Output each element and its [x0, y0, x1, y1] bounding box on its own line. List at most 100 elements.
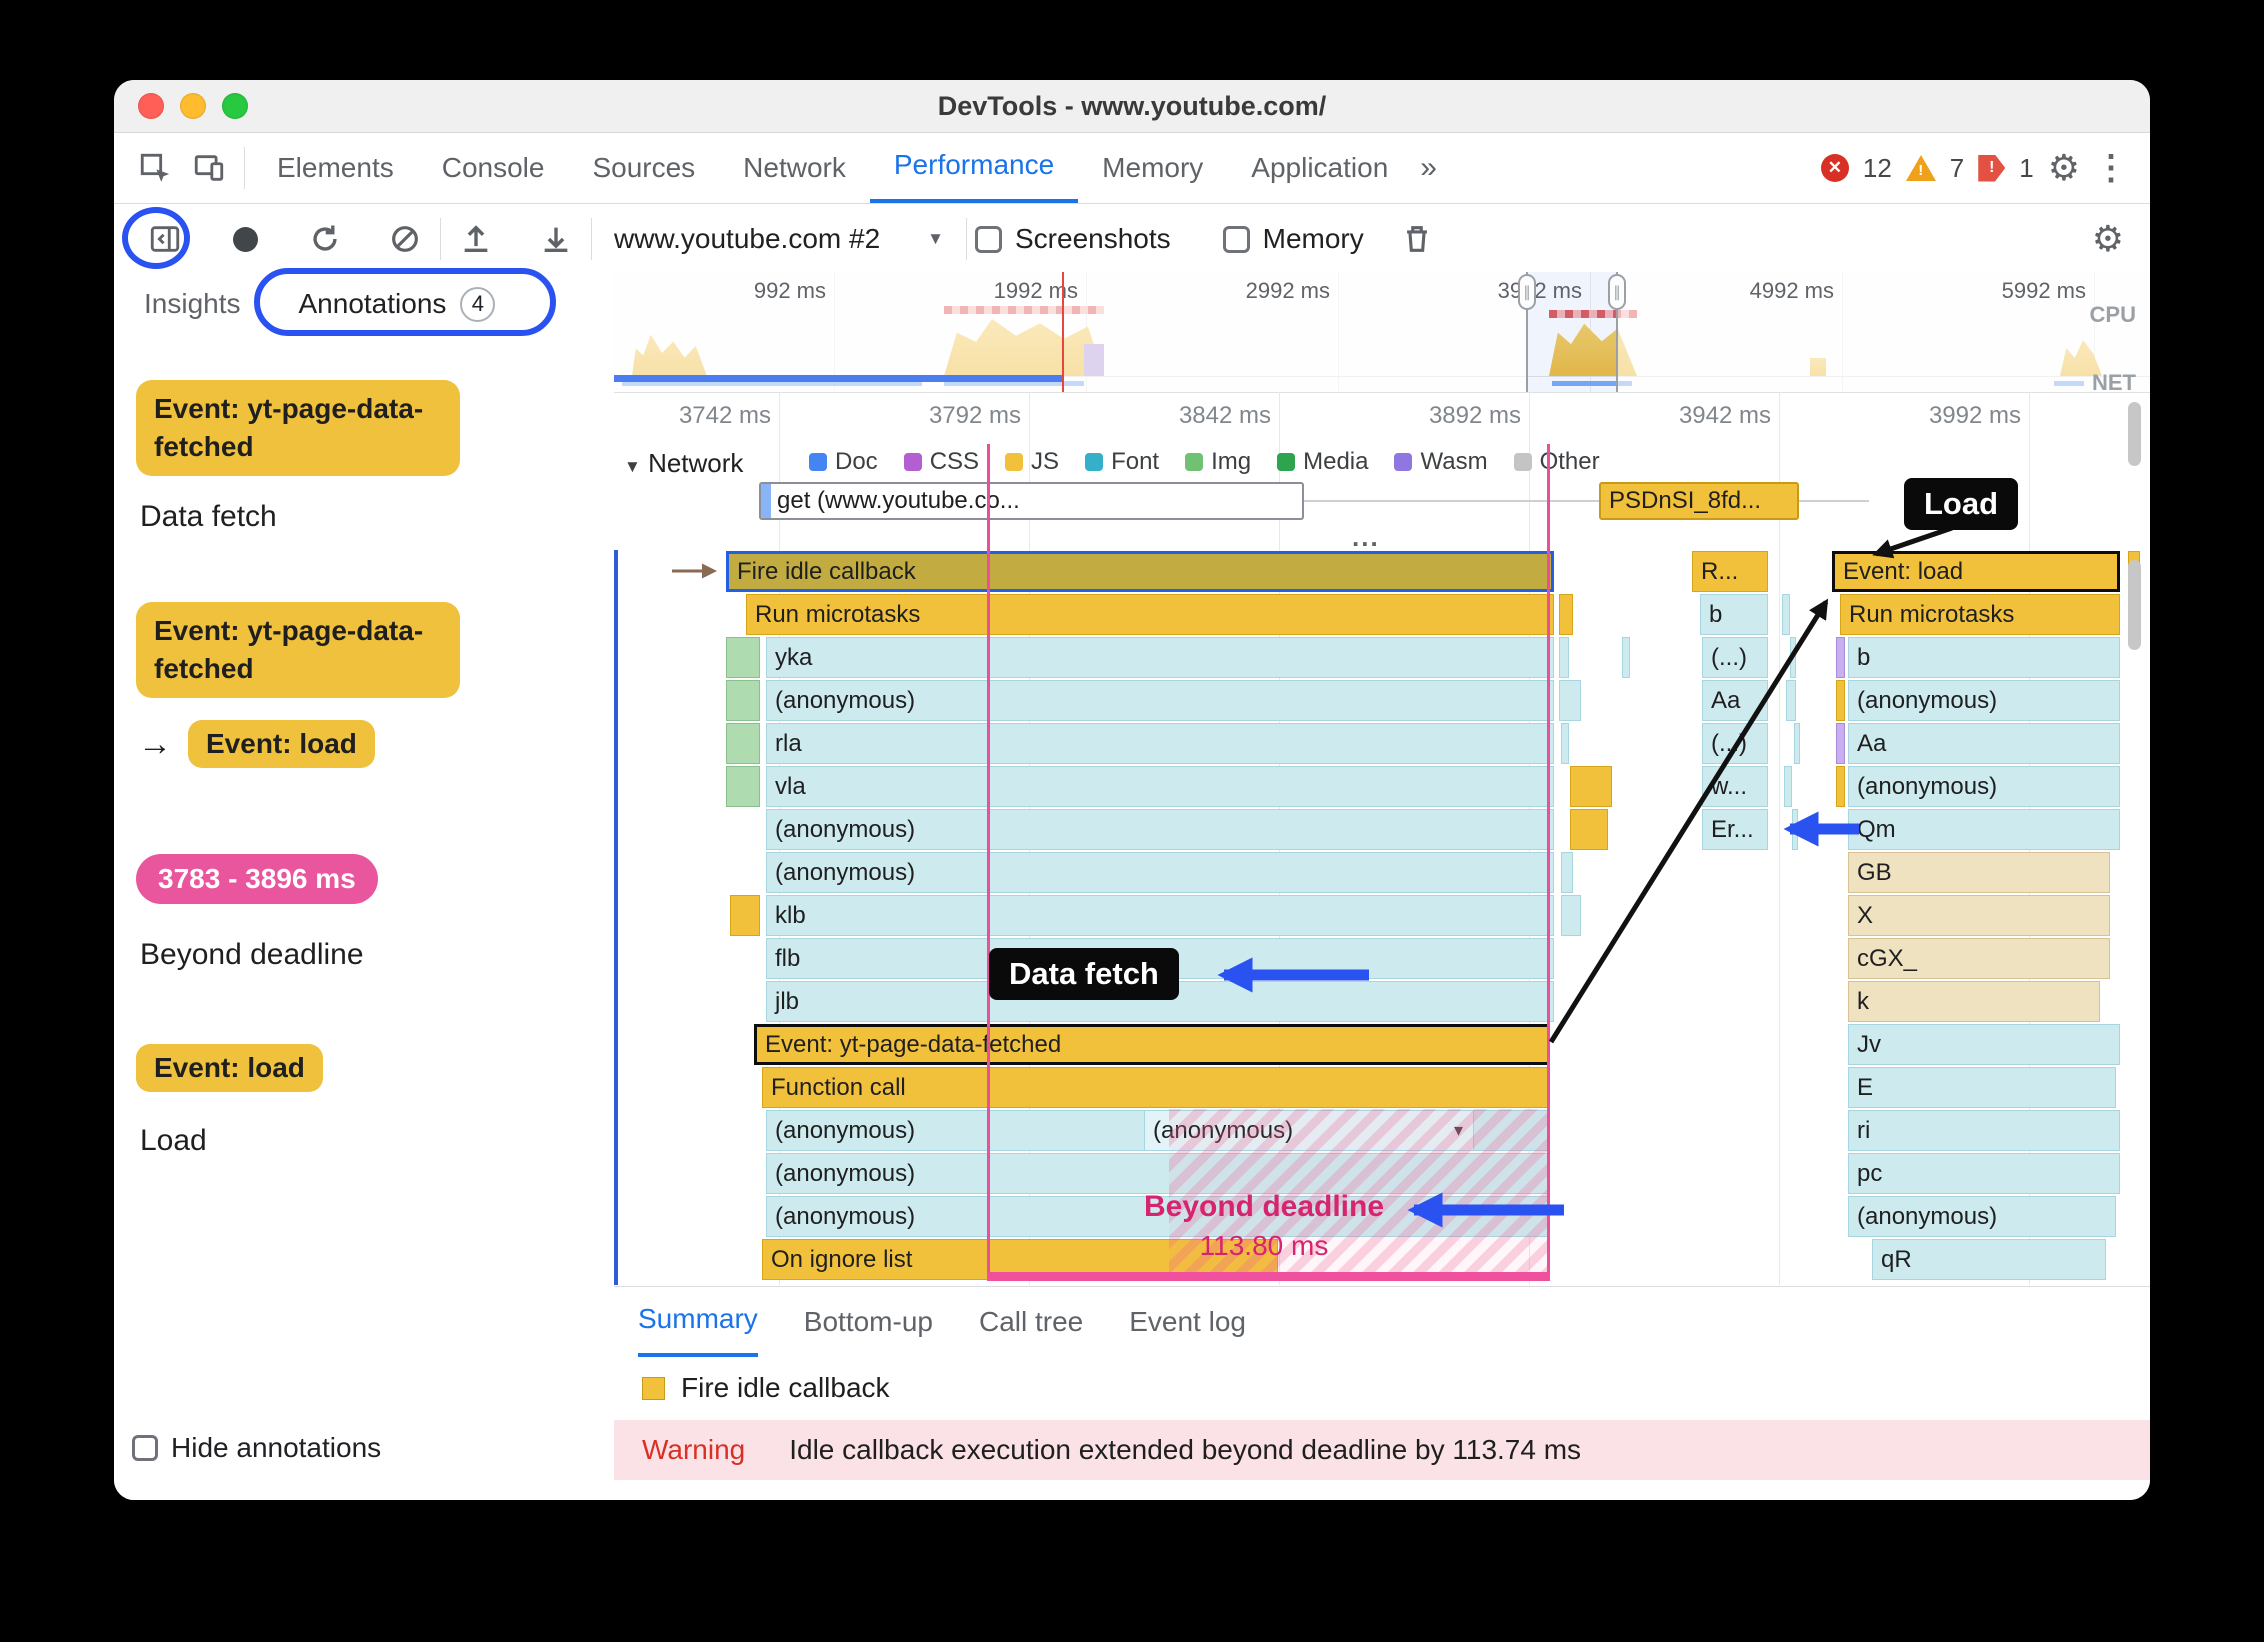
- network-request[interactable]: PSDnSI_8fd...: [1599, 482, 1799, 520]
- flame-bar[interactable]: Aa: [1848, 723, 2120, 764]
- flame-fragment[interactable]: [1561, 723, 1569, 764]
- customize-menu-icon[interactable]: ⋮: [2094, 148, 2128, 188]
- scrollbar-thumb[interactable]: [2128, 402, 2141, 466]
- flame-fragment[interactable]: [1836, 723, 1845, 764]
- flame-fragment[interactable]: [1559, 594, 1573, 635]
- upload-profile-icon[interactable]: [449, 212, 503, 266]
- tab-insights[interactable]: Insights: [144, 288, 241, 320]
- tab-annotations[interactable]: Annotations 4: [299, 286, 496, 322]
- minimize-window-button[interactable]: [180, 93, 206, 119]
- clear-recording-icon[interactable]: [378, 212, 432, 266]
- error-icon[interactable]: ✕: [1820, 154, 1849, 182]
- overview-window-grip-right[interactable]: ∥: [1608, 274, 1626, 310]
- flame-fragment[interactable]: [1836, 766, 1845, 807]
- flame-bar-event-annotated[interactable]: Event: load: [1832, 551, 2120, 592]
- flame-bar[interactable]: vla: [766, 766, 1554, 807]
- flame-fragment[interactable]: [1561, 852, 1573, 893]
- network-request[interactable]: get (www.youtube.co...: [759, 482, 1304, 520]
- annotation-label[interactable]: Data fetch: [140, 500, 277, 534]
- annotation-entry-pill[interactable]: Event: yt-page-data-fetched: [136, 602, 460, 698]
- flame-bar[interactable]: X: [1848, 895, 2110, 936]
- flame-bar[interactable]: pc: [1848, 1153, 2120, 1194]
- flame-fragment[interactable]: [726, 766, 760, 807]
- flame-fragment[interactable]: [1570, 809, 1608, 850]
- tab-summary[interactable]: Summary: [638, 1287, 758, 1357]
- flame-bar[interactable]: (anonymous): [1848, 766, 2120, 807]
- flame-fragment[interactable]: [1570, 766, 1612, 807]
- tab-console[interactable]: Console: [418, 133, 569, 203]
- flame-bar-selected[interactable]: Fire idle callback: [726, 551, 1554, 592]
- close-window-button[interactable]: [138, 93, 164, 119]
- beyond-deadline-duration[interactable]: 113.80 ms: [1094, 1230, 1434, 1262]
- flame-fragment[interactable]: [1794, 723, 1800, 764]
- flame-bar[interactable]: qR: [1872, 1239, 2106, 1280]
- flame-fragment[interactable]: [1786, 680, 1796, 721]
- more-tabs-icon[interactable]: »: [1412, 151, 1447, 185]
- flame-bar[interactable]: (...): [1702, 637, 1768, 678]
- zoom-window-button[interactable]: [222, 93, 248, 119]
- flame-fragment[interactable]: [1836, 680, 1845, 721]
- flame-fragment[interactable]: [1559, 637, 1569, 678]
- tab-sources[interactable]: Sources: [568, 133, 719, 203]
- annotation-range-pill[interactable]: 3783 - 3896 ms: [136, 854, 378, 904]
- flame-bar[interactable]: Aa: [1702, 680, 1768, 721]
- flame-bar[interactable]: cGX_: [1848, 938, 2110, 979]
- flame-bar[interactable]: Function call: [762, 1067, 1550, 1108]
- flame-bar[interactable]: b: [1700, 594, 1768, 635]
- flame-bar[interactable]: Er...: [1702, 809, 1768, 850]
- tab-elements[interactable]: Elements: [253, 133, 418, 203]
- flame-fragment[interactable]: [1559, 680, 1581, 721]
- annotation-entry-pill[interactable]: Event: load: [188, 720, 375, 768]
- flame-bar[interactable]: w...: [1702, 766, 1768, 807]
- issues-icon[interactable]: !: [1978, 154, 2006, 182]
- flame-fragment[interactable]: [1790, 637, 1796, 678]
- flame-bar[interactable]: (anonymous): [766, 809, 1554, 850]
- download-profile-icon[interactable]: [529, 212, 583, 266]
- flame-bar[interactable]: rla: [766, 723, 1554, 764]
- tab-application[interactable]: Application: [1227, 133, 1412, 203]
- flame-fragment[interactable]: [1836, 637, 1845, 678]
- flame-bar-event-annotated[interactable]: Event: yt-page-data-fetched: [754, 1024, 1550, 1065]
- issues-count[interactable]: 1: [2019, 153, 2033, 184]
- reload-record-icon[interactable]: [298, 212, 352, 266]
- annotation-label[interactable]: Beyond deadline: [140, 938, 364, 972]
- flame-bar[interactable]: (anonymous): [766, 852, 1554, 893]
- collect-garbage-icon[interactable]: [1390, 212, 1444, 266]
- screenshots-checkbox[interactable]: [975, 225, 1002, 253]
- tab-memory[interactable]: Memory: [1078, 133, 1227, 203]
- flame-bar[interactable]: R...: [1692, 551, 1768, 592]
- annotation-entry-pill[interactable]: Event: load: [136, 1044, 323, 1092]
- timeline-overview[interactable]: 992 ms 1992 ms 2992 ms 3992 ms 4992 ms 5…: [614, 272, 2150, 395]
- annotation-label-data-fetch[interactable]: Data fetch: [989, 948, 1179, 1000]
- flame-fragment[interactable]: [1784, 766, 1792, 807]
- error-count[interactable]: 12: [1863, 153, 1892, 184]
- flame-fragment[interactable]: [726, 680, 760, 721]
- flame-bar[interactable]: Jv: [1848, 1024, 2120, 1065]
- flame-bar[interactable]: (anonymous): [1848, 1196, 2116, 1237]
- tab-event-log[interactable]: Event log: [1129, 1287, 1246, 1357]
- flame-fragment[interactable]: [1622, 637, 1630, 678]
- flame-bar[interactable]: klb: [766, 895, 1554, 936]
- flame-bar[interactable]: ri: [1848, 1110, 2120, 1151]
- flame-bar[interactable]: k: [1848, 981, 2100, 1022]
- flame-fragment[interactable]: [726, 637, 760, 678]
- history-select[interactable]: www.youtube.com #2 ▼: [614, 223, 944, 255]
- device-toolbar-icon[interactable]: [182, 141, 236, 195]
- inspect-element-icon[interactable]: [128, 141, 182, 195]
- tab-call-tree[interactable]: Call tree: [979, 1287, 1083, 1357]
- warning-count[interactable]: 7: [1950, 153, 1964, 184]
- flame-bar[interactable]: (anonymous): [1848, 680, 2120, 721]
- toggle-sidebar-icon[interactable]: [138, 212, 192, 266]
- tab-bottom-up[interactable]: Bottom-up: [804, 1287, 933, 1357]
- flame-fragment[interactable]: [1561, 895, 1581, 936]
- flame-bar[interactable]: (...): [1702, 723, 1768, 764]
- flame-fragment[interactable]: [1792, 809, 1798, 850]
- memory-checkbox[interactable]: [1222, 225, 1250, 253]
- flame-fragment[interactable]: [726, 723, 760, 764]
- annotation-entry-pill[interactable]: Event: yt-page-data-fetched: [136, 380, 460, 476]
- warning-icon[interactable]: !: [1905, 155, 1936, 181]
- annotation-label-load[interactable]: Load: [1904, 478, 2019, 530]
- tab-network[interactable]: Network: [719, 133, 870, 203]
- overview-window-grip-left[interactable]: ∥: [1518, 274, 1536, 310]
- flame-bar[interactable]: b: [1848, 637, 2120, 678]
